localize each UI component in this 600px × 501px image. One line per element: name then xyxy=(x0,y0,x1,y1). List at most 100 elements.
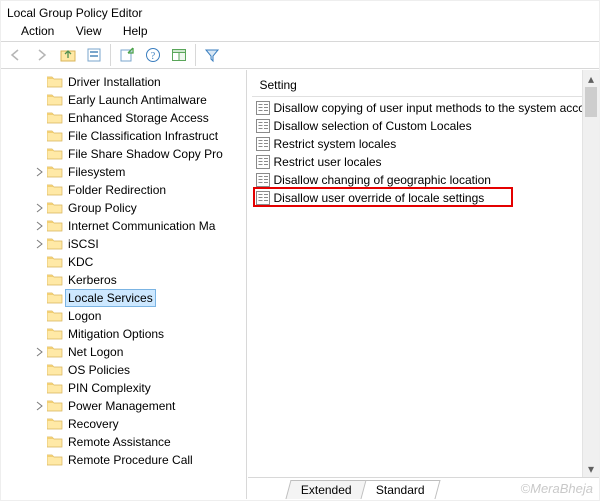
menu-help[interactable]: Help xyxy=(123,24,148,38)
expander-empty xyxy=(33,310,45,322)
up-folder-button[interactable] xyxy=(56,43,80,67)
chevron-right-icon[interactable] xyxy=(33,166,45,178)
expander-empty xyxy=(33,94,45,106)
expander-empty xyxy=(33,418,45,430)
tree-node[interactable]: File Share Shadow Copy Pro xyxy=(47,145,246,163)
folder-icon xyxy=(47,272,63,289)
toolbar xyxy=(1,41,599,69)
setting-row[interactable]: Restrict system locales xyxy=(252,135,596,153)
tree-node[interactable]: Early Launch Antimalware xyxy=(47,91,246,109)
setting-icon xyxy=(256,101,270,115)
chevron-right-icon[interactable] xyxy=(33,400,45,412)
preview-pane-button[interactable] xyxy=(167,43,191,67)
tree-node[interactable]: Internet Communication Ma xyxy=(47,217,246,235)
tree-node[interactable]: Remote Procedure Call xyxy=(47,451,246,469)
tree-node-label: Remote Procedure Call xyxy=(65,451,196,469)
expander-empty xyxy=(33,454,45,466)
setting-row[interactable]: Disallow copying of user input methods t… xyxy=(252,99,596,117)
export-button[interactable] xyxy=(115,43,139,67)
tree-node[interactable]: Enhanced Storage Access xyxy=(47,109,246,127)
chevron-right-icon[interactable] xyxy=(33,202,45,214)
tree-node[interactable]: Group Policy xyxy=(47,199,246,217)
menu-action[interactable]: Action xyxy=(21,24,54,38)
tree-node-label: Remote Assistance xyxy=(65,433,174,451)
tree-node[interactable]: Mitigation Options xyxy=(47,325,246,343)
vertical-scrollbar[interactable]: ▴ ▾ xyxy=(582,70,599,477)
tree-node-label: KDC xyxy=(65,253,96,271)
toolbar-separator xyxy=(195,44,196,66)
tree-node[interactable]: Locale Services xyxy=(47,289,246,307)
chevron-right-icon[interactable] xyxy=(33,346,45,358)
setting-row[interactable]: Disallow user override of locale setting… xyxy=(252,189,596,207)
tree-node-label: Logon xyxy=(65,307,104,325)
toolbar-separator xyxy=(110,44,111,66)
folder-icon xyxy=(47,380,63,397)
folder-icon xyxy=(47,362,63,379)
expander-empty xyxy=(33,436,45,448)
setting-row[interactable]: Disallow changing of geographic location xyxy=(252,171,596,189)
tree-node-label: Power Management xyxy=(65,397,178,415)
help-button[interactable] xyxy=(141,43,165,67)
expander-empty xyxy=(33,130,45,142)
tree-node[interactable]: Driver Installation xyxy=(47,73,246,91)
expander-empty xyxy=(33,112,45,124)
folder-icon xyxy=(47,236,63,253)
tree-node-label: File Share Shadow Copy Pro xyxy=(65,145,226,163)
expander-empty xyxy=(33,328,45,340)
tree-node[interactable]: File Classification Infrastruct xyxy=(47,127,246,145)
scroll-up-icon[interactable]: ▴ xyxy=(583,70,599,87)
tab-extended[interactable]: Extended xyxy=(285,480,367,499)
tree-node-label: Recovery xyxy=(65,415,122,433)
folder-icon xyxy=(47,146,63,163)
window-title: Local Group Policy Editor xyxy=(1,1,599,22)
expander-empty xyxy=(33,292,45,304)
tree-pane[interactable]: Driver InstallationEarly Launch Antimalw… xyxy=(1,70,247,499)
tree-node[interactable]: iSCSI xyxy=(47,235,246,253)
tree-node[interactable]: Remote Assistance xyxy=(47,433,246,451)
folder-icon xyxy=(47,434,63,451)
tree-node-label: Enhanced Storage Access xyxy=(65,109,212,127)
tree-node[interactable]: OS Policies xyxy=(47,361,246,379)
folder-icon xyxy=(47,218,63,235)
scroll-thumb[interactable] xyxy=(585,87,597,117)
tree-node[interactable]: Kerberos xyxy=(47,271,246,289)
options-button[interactable] xyxy=(82,43,106,67)
tree-node[interactable]: Filesystem xyxy=(47,163,246,181)
tree-node[interactable]: Logon xyxy=(47,307,246,325)
menu-bar: Action View Help xyxy=(1,22,599,41)
folder-icon xyxy=(47,182,63,199)
folder-icon xyxy=(47,398,63,415)
expander-empty xyxy=(33,364,45,376)
chevron-right-icon[interactable] xyxy=(33,220,45,232)
chevron-right-icon[interactable] xyxy=(33,238,45,250)
setting-label: Disallow changing of geographic location xyxy=(274,173,491,187)
tree-node[interactable]: Power Management xyxy=(47,397,246,415)
tree-node[interactable]: Recovery xyxy=(47,415,246,433)
folder-icon xyxy=(47,200,63,217)
setting-row[interactable]: Restrict user locales xyxy=(252,153,596,171)
tree-node[interactable]: Folder Redirection xyxy=(47,181,246,199)
setting-icon xyxy=(256,137,270,151)
tree-node[interactable]: KDC xyxy=(47,253,246,271)
tree-node-label: Early Launch Antimalware xyxy=(65,91,210,109)
tree-node-label: Filesystem xyxy=(65,163,128,181)
column-header-setting[interactable]: Setting xyxy=(252,74,596,97)
tree-node-label: PIN Complexity xyxy=(65,379,154,397)
tree-node-label: Group Policy xyxy=(65,199,140,217)
folder-icon xyxy=(47,452,63,469)
tree-node-label: Mitigation Options xyxy=(65,325,167,343)
tree-node[interactable]: PIN Complexity xyxy=(47,379,246,397)
tree-node-label: Locale Services xyxy=(65,289,156,307)
filter-button[interactable] xyxy=(200,43,224,67)
tab-standard[interactable]: Standard xyxy=(361,480,441,499)
scroll-down-icon[interactable]: ▾ xyxy=(583,460,599,477)
setting-row[interactable]: Disallow selection of Custom Locales xyxy=(252,117,596,135)
menu-view[interactable]: View xyxy=(76,24,102,38)
folder-icon xyxy=(47,254,63,271)
tree-node[interactable]: Net Logon xyxy=(47,343,246,361)
expander-empty xyxy=(33,184,45,196)
expander-empty xyxy=(33,274,45,286)
setting-label: Disallow copying of user input methods t… xyxy=(274,101,596,115)
setting-icon xyxy=(256,155,270,169)
folder-icon xyxy=(47,290,63,307)
